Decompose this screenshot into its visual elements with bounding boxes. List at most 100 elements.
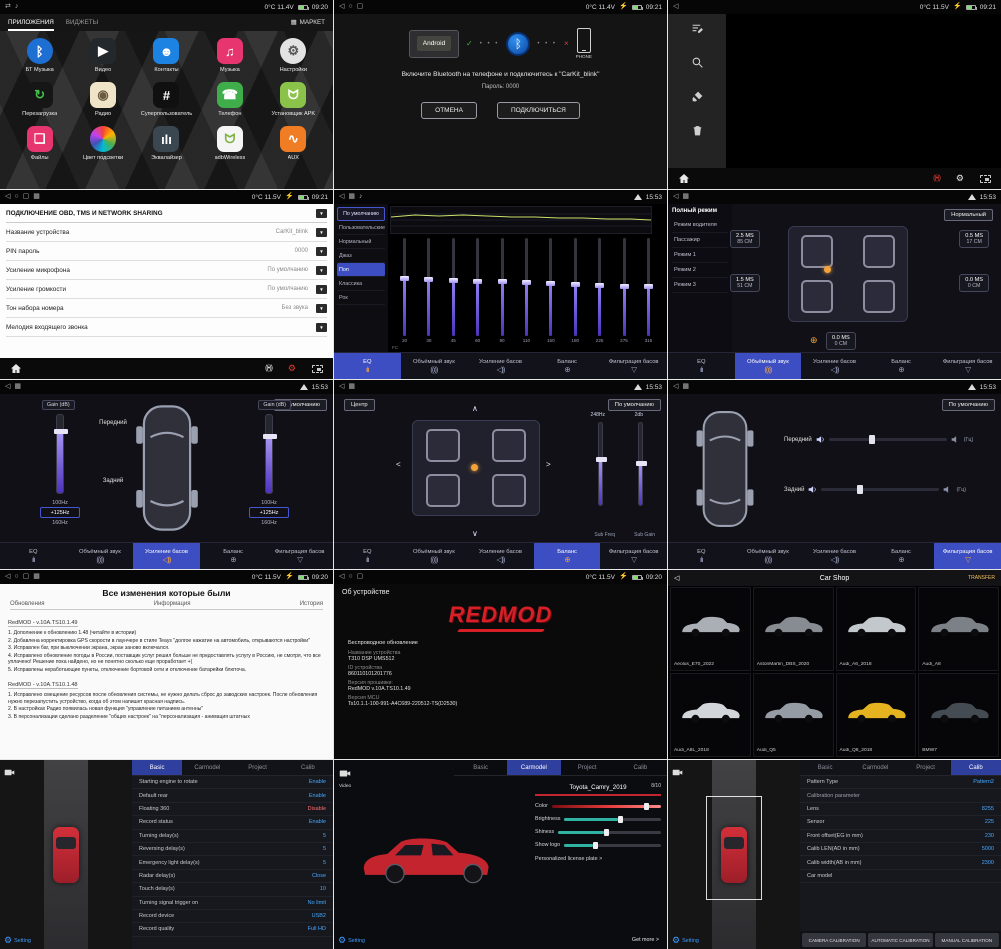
camera-icon[interactable] <box>672 764 683 782</box>
app-radio[interactable]: ◉Радио <box>71 82 134 117</box>
tab-information[interactable]: Информация <box>154 601 191 607</box>
tab-carmodel[interactable]: Carmodel <box>507 760 560 775</box>
setting-row-device-name[interactable]: Название устройстваCarKit_blink▼ <box>6 223 327 242</box>
setting-row[interactable]: Calib width(AB in mm)2300 <box>800 856 1001 869</box>
back-icon[interactable]: ◁ <box>5 190 10 204</box>
car-card[interactable]: Audi_A6_2018 <box>836 587 917 671</box>
app-equalizer[interactable]: ılıЭквалайзер <box>135 126 198 161</box>
arrow-up-icon[interactable]: ∧ <box>472 404 478 413</box>
tab-updates[interactable]: Обновления <box>10 601 45 607</box>
car-card[interactable]: BMW7 <box>918 673 999 757</box>
home-circle-icon[interactable]: ○ <box>14 190 18 204</box>
tab-calib[interactable]: Calib <box>283 760 333 775</box>
slider-thumb[interactable] <box>596 457 607 462</box>
setting-row-ringtone[interactable]: Мелодия входящего звонка▼ <box>6 318 327 337</box>
delay-front-right[interactable]: 0.5 MS17 CM <box>959 230 989 248</box>
ota-section-label[interactable]: Беспроводное обновление <box>348 640 667 646</box>
mode-select-button[interactable]: Нормальный <box>944 209 993 221</box>
eq-band[interactable]: 20 <box>396 238 413 343</box>
car-card[interactable]: Audi_Q5 <box>753 673 834 757</box>
apps-icon[interactable]: ▦ <box>348 380 355 394</box>
setting-row[interactable]: Default rearEnable <box>132 789 333 802</box>
setting-row-pin[interactable]: PIN пароль0000▼ <box>6 242 327 261</box>
back-icon[interactable]: ◁ <box>673 190 678 204</box>
setting-button[interactable]: ⚙Setting <box>338 936 365 945</box>
tab-project[interactable]: Project <box>901 760 951 775</box>
center-button[interactable]: Центр <box>344 399 375 411</box>
eq-band[interactable]: 30 <box>420 238 437 343</box>
gain-slider-front[interactable] <box>56 414 64 494</box>
tab-eq[interactable]: EQılı <box>0 543 67 569</box>
preset-classic[interactable]: Классика <box>337 277 385 291</box>
slider-thumb[interactable] <box>869 435 875 444</box>
slider-thumb[interactable] <box>473 279 482 284</box>
show-logo-control[interactable]: Show logo <box>535 842 661 848</box>
setting-row[interactable]: Lens8255 <box>800 803 1001 816</box>
mode-2[interactable]: Режим 2 <box>672 263 728 278</box>
tab-surround[interactable]: Объёмный звук((ı)) <box>735 353 802 379</box>
slider-thumb[interactable] <box>449 278 458 283</box>
cancel-button[interactable]: ОТМЕНА <box>421 102 477 119</box>
setting-row-volume-gain[interactable]: Усиление громкостиПо умолчанию▼ <box>6 280 327 299</box>
apps-icon[interactable]: ▦ <box>33 190 40 204</box>
eq-band[interactable]: 180 <box>567 238 584 343</box>
arrow-right-icon[interactable]: > <box>546 460 551 469</box>
license-plate-link[interactable]: Personalized license plate > <box>535 856 661 862</box>
setting-row[interactable]: Floating 360Disable <box>132 803 333 816</box>
tab-balance[interactable]: Баланс⊕ <box>868 353 935 379</box>
slider-thumb[interactable] <box>604 829 609 836</box>
market-button[interactable]: ▦МАРКЕТ <box>291 19 325 26</box>
preset-custom[interactable]: Пользовательские <box>337 221 385 235</box>
freq-option-selected[interactable]: +125Hz <box>249 507 289 518</box>
camera-calibration-button[interactable]: CAMERA CALIBRATION <box>802 933 866 947</box>
tab-bass-filter[interactable]: Фильтрация басов▽ <box>934 353 1001 379</box>
home-circle-icon[interactable]: ○ <box>14 570 18 584</box>
car-model-render[interactable] <box>356 826 512 886</box>
setting-row[interactable]: Calib LEN(AD in mm)5000 <box>800 843 1001 856</box>
tab-history[interactable]: История <box>300 601 323 607</box>
clean-button[interactable] <box>691 90 704 108</box>
tab-balance[interactable]: Баланс⊕ <box>868 543 935 569</box>
back-icon[interactable]: ◁ <box>673 380 678 394</box>
tab-project[interactable]: Project <box>561 760 614 775</box>
search-button[interactable] <box>691 56 704 74</box>
tab-surround[interactable]: Объёмный звук((ı)) <box>67 543 134 569</box>
tab-bass-filter[interactable]: Фильтрация басов▽ <box>934 543 1001 569</box>
slider-thumb[interactable] <box>498 279 507 284</box>
seat-rear-right[interactable] <box>492 474 526 508</box>
freq-option[interactable]: 160Hz <box>249 518 289 527</box>
settings-button[interactable]: ⚙ <box>288 364 296 373</box>
slider-thumb[interactable] <box>400 276 409 281</box>
app-reboot[interactable]: ↻Перезагрузка <box>8 82 71 117</box>
delay-rear-right[interactable]: 0.0 MS0 CM <box>959 274 989 292</box>
eq-band[interactable]: 110 <box>518 238 535 343</box>
slider-thumb[interactable] <box>618 816 623 823</box>
setting-row[interactable]: Front offset(EG in mm)230 <box>800 830 1001 843</box>
connect-button[interactable]: ПОДКЛЮЧИТЬСЯ <box>497 102 580 119</box>
tab-basic[interactable]: Basic <box>800 760 850 775</box>
chevron-down-icon[interactable]: ▼ <box>316 285 327 294</box>
preset-jazz[interactable]: Джаз <box>337 249 385 263</box>
back-icon[interactable]: ◁ <box>339 570 344 584</box>
tab-eq[interactable]: EQılı <box>668 543 735 569</box>
front-filter-slider[interactable] <box>829 438 947 441</box>
eq-band[interactable]: 315 <box>640 238 657 343</box>
default-button[interactable]: По умолчанию <box>608 399 661 411</box>
app-superuser[interactable]: #Суперпользователь <box>135 82 198 117</box>
apps-icon[interactable]: ▦ <box>33 570 40 584</box>
app-aux[interactable]: ∿AUX <box>262 126 325 161</box>
mode-1[interactable]: Режим 1 <box>672 248 728 263</box>
back-icon[interactable]: ◁ <box>673 0 678 14</box>
recents-icon[interactable]: ▢ <box>23 190 30 204</box>
setting-row[interactable]: Car model <box>800 870 1001 883</box>
apps-icon[interactable]: ▦ <box>348 190 355 204</box>
tab-eq[interactable]: EQılı <box>668 353 735 379</box>
sub-freq-slider[interactable] <box>598 422 603 506</box>
tab-balance[interactable]: Баланс⊕ <box>534 543 601 569</box>
seat-front-left[interactable] <box>801 235 833 269</box>
eq-band[interactable]: 275 <box>616 238 633 343</box>
app-contacts[interactable]: ☻Контакты <box>135 38 198 73</box>
broadcast-button[interactable]: ((•)) <box>933 175 940 182</box>
seat-rear-right[interactable] <box>863 280 895 314</box>
back-icon[interactable]: ◁ <box>5 380 10 394</box>
